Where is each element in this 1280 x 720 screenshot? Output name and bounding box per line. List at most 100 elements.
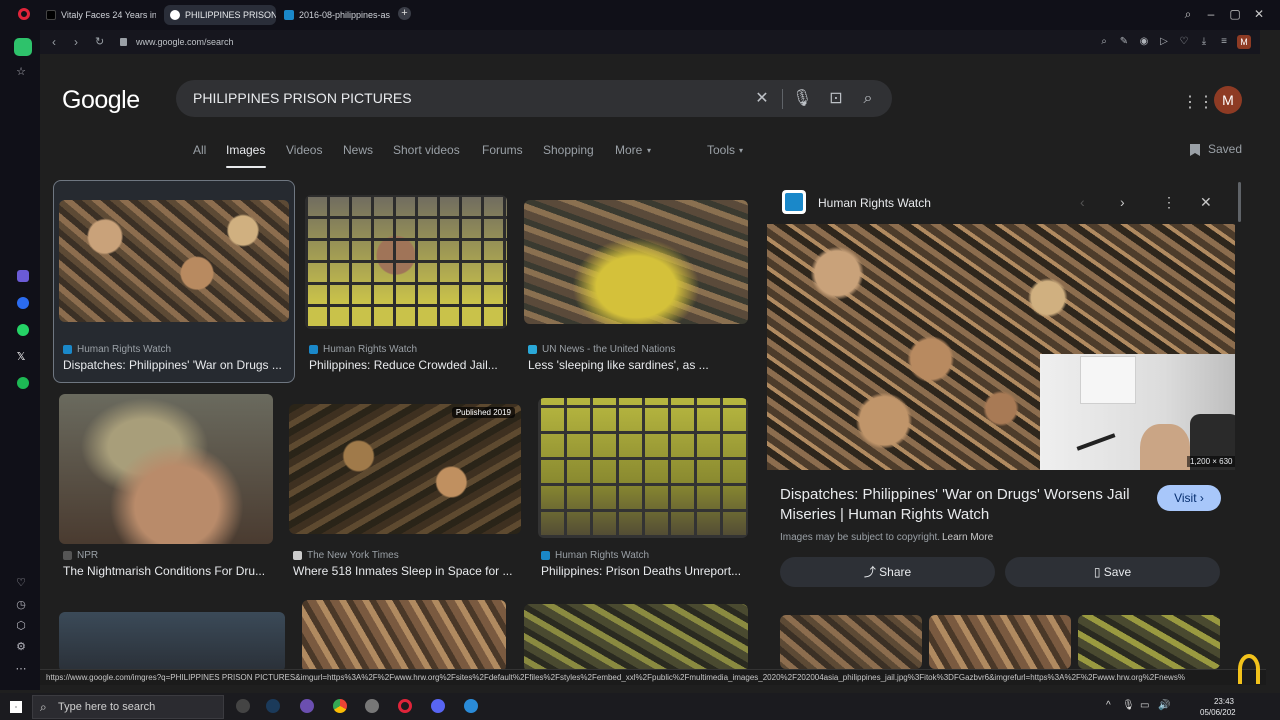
- result-title[interactable]: Less 'sleeping like sardines', as ...: [528, 358, 709, 372]
- more-dots-icon[interactable]: ⋯: [14, 662, 28, 676]
- chrome-icon[interactable]: [333, 699, 347, 713]
- tools-button[interactable]: Tools: [707, 143, 735, 157]
- discord-icon[interactable]: [431, 699, 445, 713]
- search-icon[interactable]: ⌕: [858, 89, 878, 109]
- app-icon[interactable]: [464, 699, 478, 713]
- search-tabs-icon[interactable]: ⌕: [1180, 7, 1196, 22]
- home-icon[interactable]: [14, 38, 32, 56]
- download-icon[interactable]: ⤓: [1198, 36, 1210, 48]
- forward-icon[interactable]: ›: [74, 35, 78, 49]
- more-options-icon[interactable]: ⋮: [1162, 194, 1176, 211]
- history-icon[interactable]: ◷: [14, 598, 28, 612]
- play-icon[interactable]: ▷: [1158, 36, 1170, 48]
- reload-icon[interactable]: ↻: [95, 35, 104, 48]
- tab-shopping[interactable]: Shopping: [543, 143, 594, 157]
- windows-start-icon[interactable]: [10, 701, 22, 713]
- result-thumbnail-9[interactable]: [524, 604, 748, 669]
- result-title[interactable]: Philippines: Prison Deaths Unreport...: [541, 564, 741, 578]
- result-title[interactable]: The Nightmarish Conditions For Dru...: [63, 564, 265, 578]
- result-thumbnail-6[interactable]: [538, 398, 748, 538]
- lens-icon[interactable]: ⊡: [826, 89, 846, 109]
- related-thumbnail-2[interactable]: [929, 615, 1071, 669]
- chevron-down-icon[interactable]: ▾: [647, 146, 651, 155]
- star-icon[interactable]: ☆: [14, 65, 28, 79]
- close-window-icon[interactable]: ✕: [1251, 7, 1267, 21]
- preview-image[interactable]: [767, 224, 1235, 470]
- tab-more[interactable]: More: [615, 143, 642, 157]
- result-thumbnail-2[interactable]: [305, 195, 507, 329]
- result-title[interactable]: Dispatches: Philippines' 'War on Drugs .…: [63, 358, 282, 372]
- microphone-icon[interactable]: 🎙: [792, 89, 812, 109]
- panel-scroll-thumb[interactable]: [1238, 182, 1241, 222]
- bookmark-icon[interactable]: [1190, 144, 1200, 156]
- settings-gear-icon[interactable]: ⚙: [14, 640, 28, 654]
- result-thumbnail-4[interactable]: [59, 394, 273, 544]
- result-title[interactable]: Where 518 Inmates Sleep in Space for ...: [293, 564, 512, 578]
- taskbar-clock[interactable]: 23:43 05/06/202: [1200, 696, 1236, 718]
- tray-chevron-icon[interactable]: ^: [1106, 700, 1111, 711]
- next-icon[interactable]: ›: [1120, 194, 1125, 210]
- steam-icon[interactable]: [266, 699, 280, 713]
- aria-icon[interactable]: [17, 270, 29, 282]
- tab-forums[interactable]: Forums: [482, 143, 523, 157]
- result-thumbnail-1[interactable]: [59, 200, 289, 322]
- new-tab-button[interactable]: +: [398, 7, 411, 20]
- tab-all[interactable]: All: [193, 143, 206, 157]
- heart-icon[interactable]: ♡: [14, 576, 28, 590]
- url-field[interactable]: www.google.com/search: [136, 37, 234, 47]
- share-button[interactable]: ⤴ Share: [780, 557, 995, 587]
- tab-2[interactable]: PHILIPPINES PRISON PICT: [164, 5, 276, 25]
- taskbar-search-input[interactable]: Type here to search: [58, 701, 155, 713]
- search-box[interactable]: PHILIPPINES PRISON PICTURES ✕ 🎙 ⊡ ⌕: [176, 80, 892, 117]
- spotify-icon[interactable]: [17, 377, 29, 389]
- opera-logo-icon[interactable]: [18, 8, 30, 20]
- copyright-notice: Images may be subject to copyright.: [780, 532, 941, 543]
- panel-source[interactable]: Human Rights Watch: [818, 196, 931, 210]
- minimize-icon[interactable]: –: [1203, 7, 1219, 21]
- app-icon[interactable]: [365, 699, 379, 713]
- saved-link[interactable]: Saved: [1208, 142, 1242, 156]
- result-thumbnail-5[interactable]: Published 2019: [289, 404, 521, 534]
- result-thumbnail-7[interactable]: [59, 612, 285, 669]
- edit-icon[interactable]: ✎: [1118, 36, 1130, 48]
- whatsapp-icon[interactable]: [17, 324, 29, 336]
- opera-icon[interactable]: [398, 699, 412, 713]
- result-title[interactable]: Philippines: Reduce Crowded Jail...: [309, 358, 498, 372]
- x-twitter-icon[interactable]: 𝕏: [14, 350, 28, 364]
- menu-icon[interactable]: ≡: [1218, 36, 1230, 48]
- app-icon[interactable]: [300, 699, 314, 713]
- panel-title[interactable]: Dispatches: Philippines' 'War on Drugs' …: [780, 485, 1140, 525]
- result-thumbnail-8[interactable]: [302, 600, 506, 669]
- previous-icon[interactable]: ‹: [1080, 194, 1085, 210]
- zoom-icon[interactable]: ⌕: [1098, 36, 1110, 48]
- back-icon[interactable]: ‹: [52, 35, 56, 49]
- tab-videos[interactable]: Videos: [286, 143, 322, 157]
- tab-news[interactable]: News: [343, 143, 373, 157]
- related-thumbnail-1[interactable]: [780, 615, 922, 669]
- result-thumbnail-3[interactable]: [524, 200, 748, 324]
- clear-icon[interactable]: ✕: [752, 89, 772, 109]
- related-thumbnail-3[interactable]: [1078, 615, 1220, 669]
- tab-1[interactable]: Vitaly Faces 24 Years in Ph: [40, 5, 156, 25]
- maximize-icon[interactable]: ▢: [1227, 7, 1243, 21]
- visit-button[interactable]: Visit ›: [1157, 485, 1221, 511]
- save-button[interactable]: ▯ Save: [1005, 557, 1220, 587]
- task-view-icon[interactable]: [236, 699, 250, 713]
- tab-images[interactable]: Images: [226, 143, 265, 157]
- microphone-icon[interactable]: 🎙: [1122, 700, 1135, 711]
- account-avatar[interactable]: M: [1214, 86, 1242, 114]
- learn-more-link[interactable]: Learn More: [942, 532, 993, 543]
- extensions-icon[interactable]: ⬡: [14, 619, 28, 633]
- search-input[interactable]: PHILIPPINES PRISON PICTURES: [193, 90, 412, 106]
- volume-icon[interactable]: 🔊: [1158, 700, 1170, 711]
- tab-3[interactable]: 2016-08-philippines-asia: [278, 5, 390, 25]
- close-panel-icon[interactable]: ✕: [1200, 194, 1212, 211]
- camera-icon[interactable]: ◉: [1138, 36, 1150, 48]
- bookmark-heart-icon[interactable]: ♡: [1178, 36, 1190, 48]
- network-icon[interactable]: ▭: [1140, 700, 1149, 711]
- messenger-icon[interactable]: [17, 297, 29, 309]
- tab-short-videos[interactable]: Short videos: [393, 143, 460, 157]
- chevron-down-icon[interactable]: ▾: [739, 146, 743, 155]
- google-logo[interactable]: Google: [62, 86, 140, 115]
- profile-icon[interactable]: M: [1237, 35, 1251, 49]
